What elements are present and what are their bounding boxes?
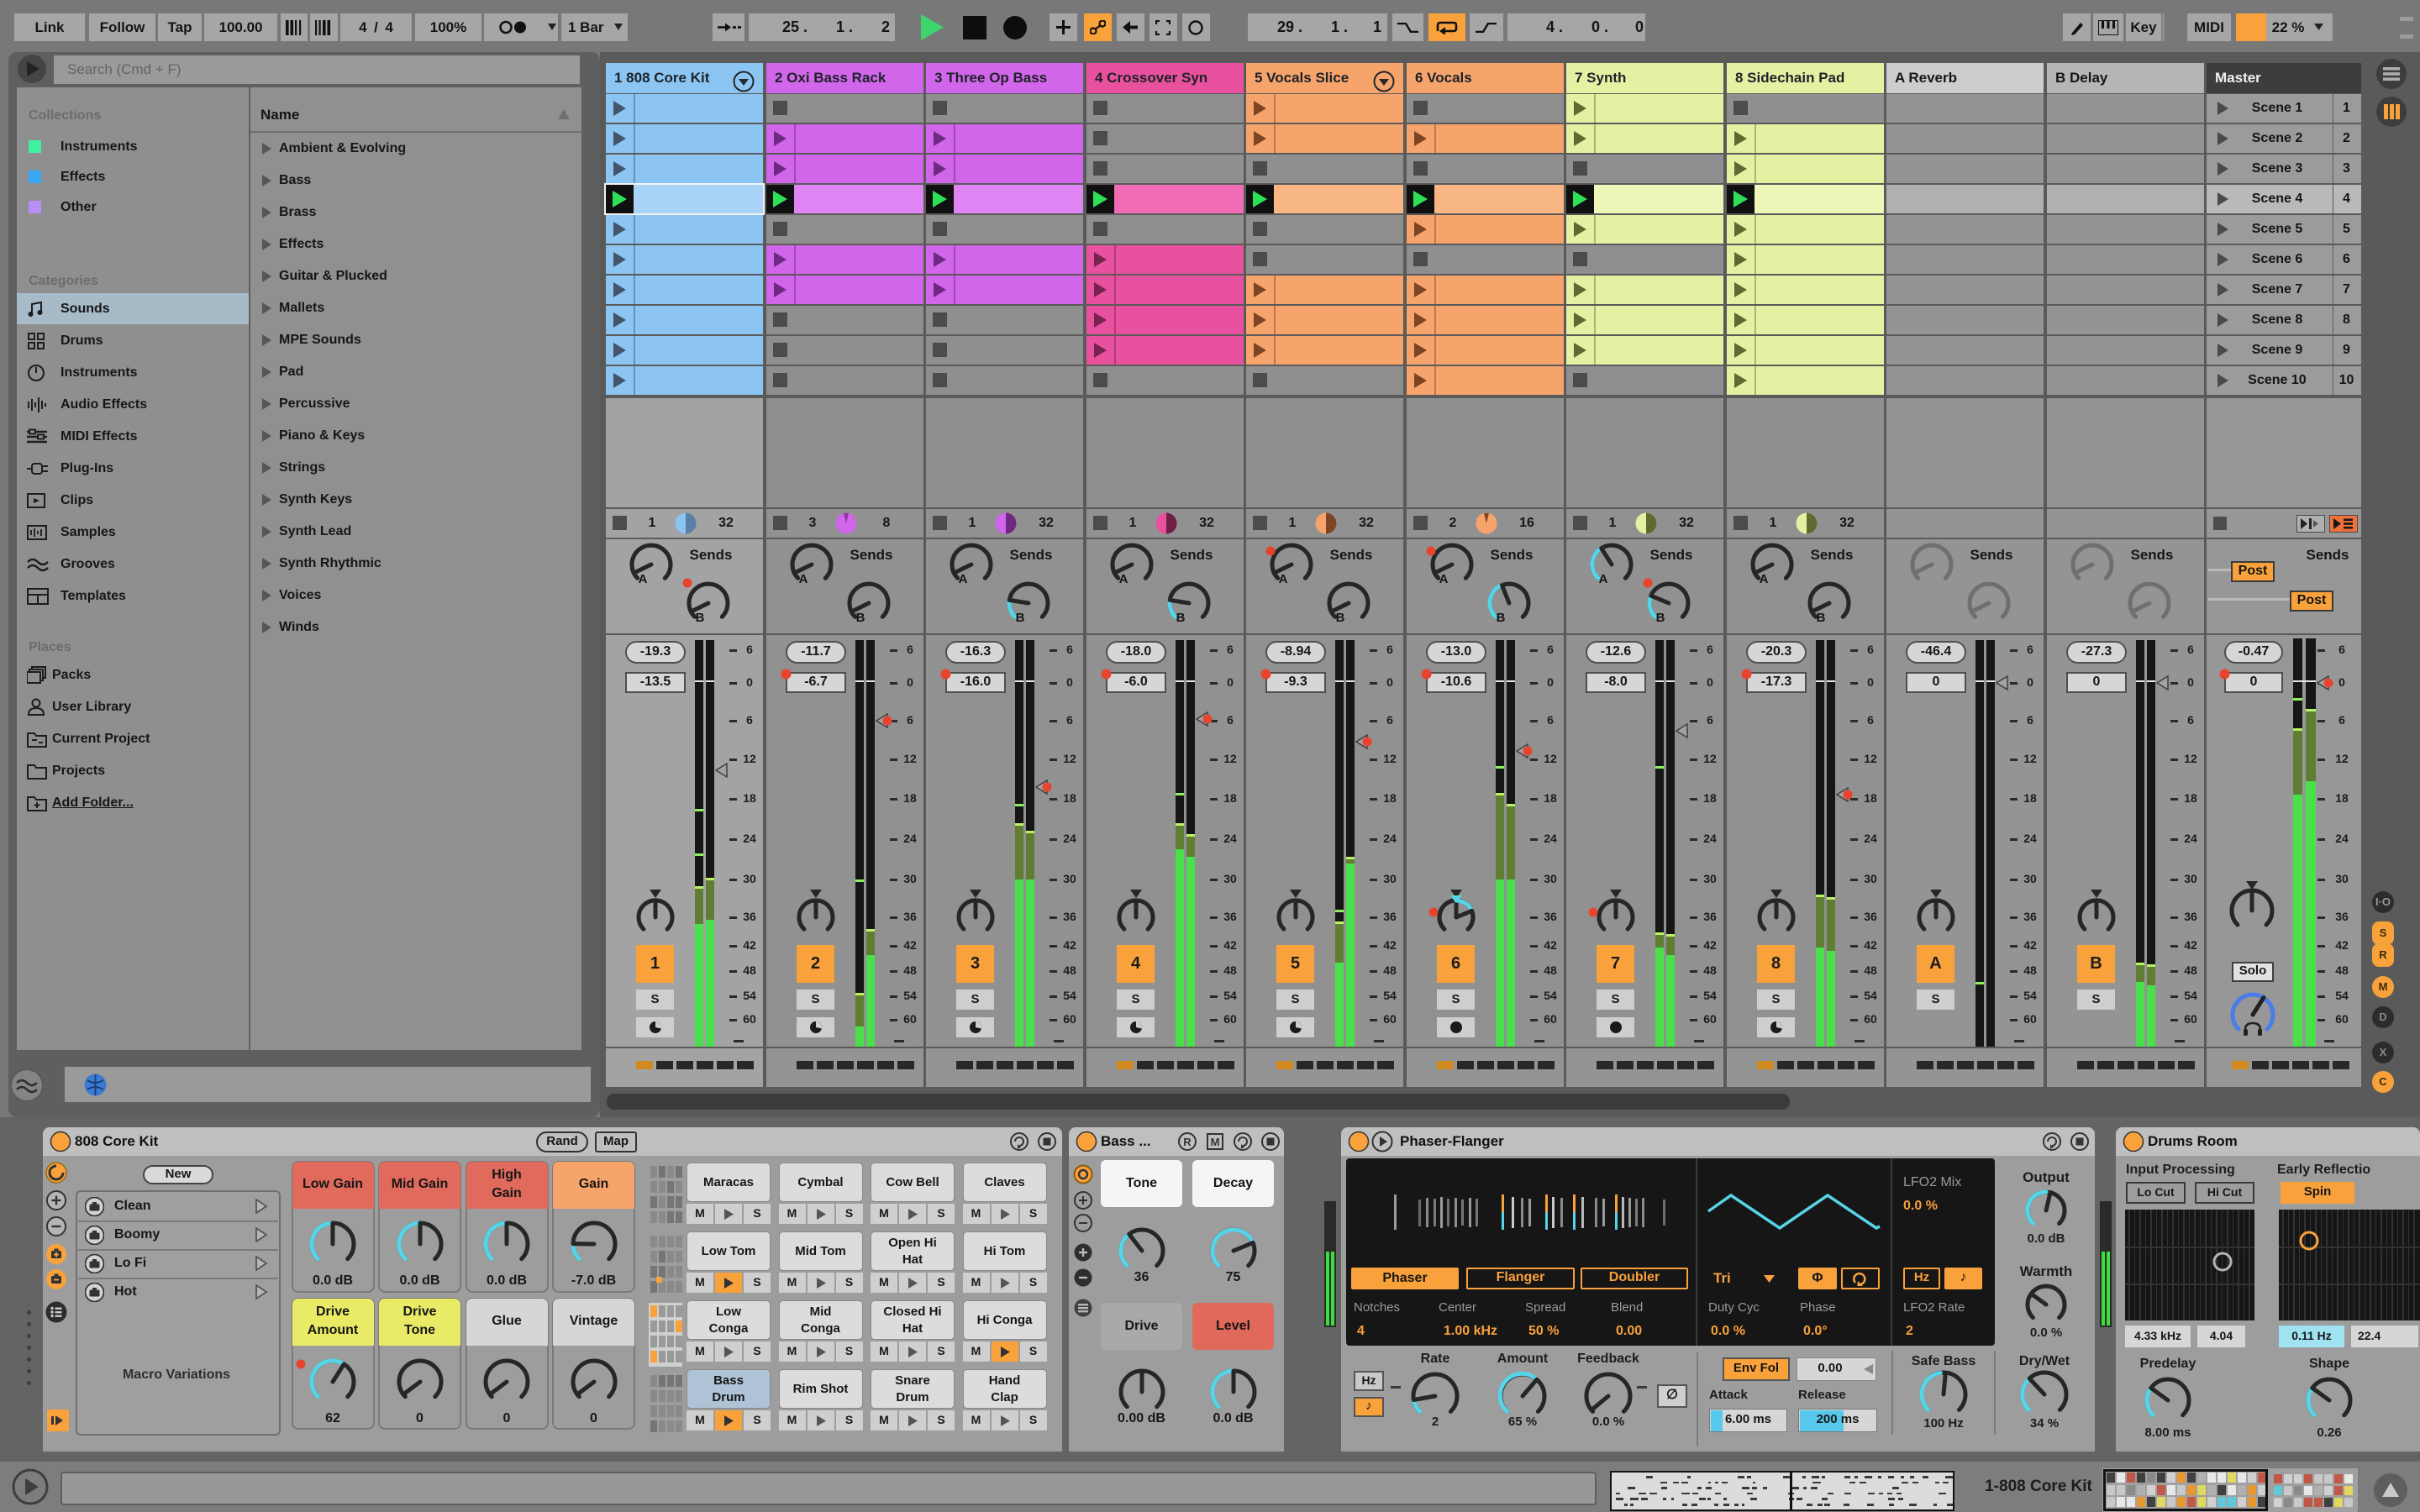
svg-text:R: R bbox=[1183, 1136, 1192, 1148]
svg-text:M: M bbox=[1211, 1136, 1220, 1148]
